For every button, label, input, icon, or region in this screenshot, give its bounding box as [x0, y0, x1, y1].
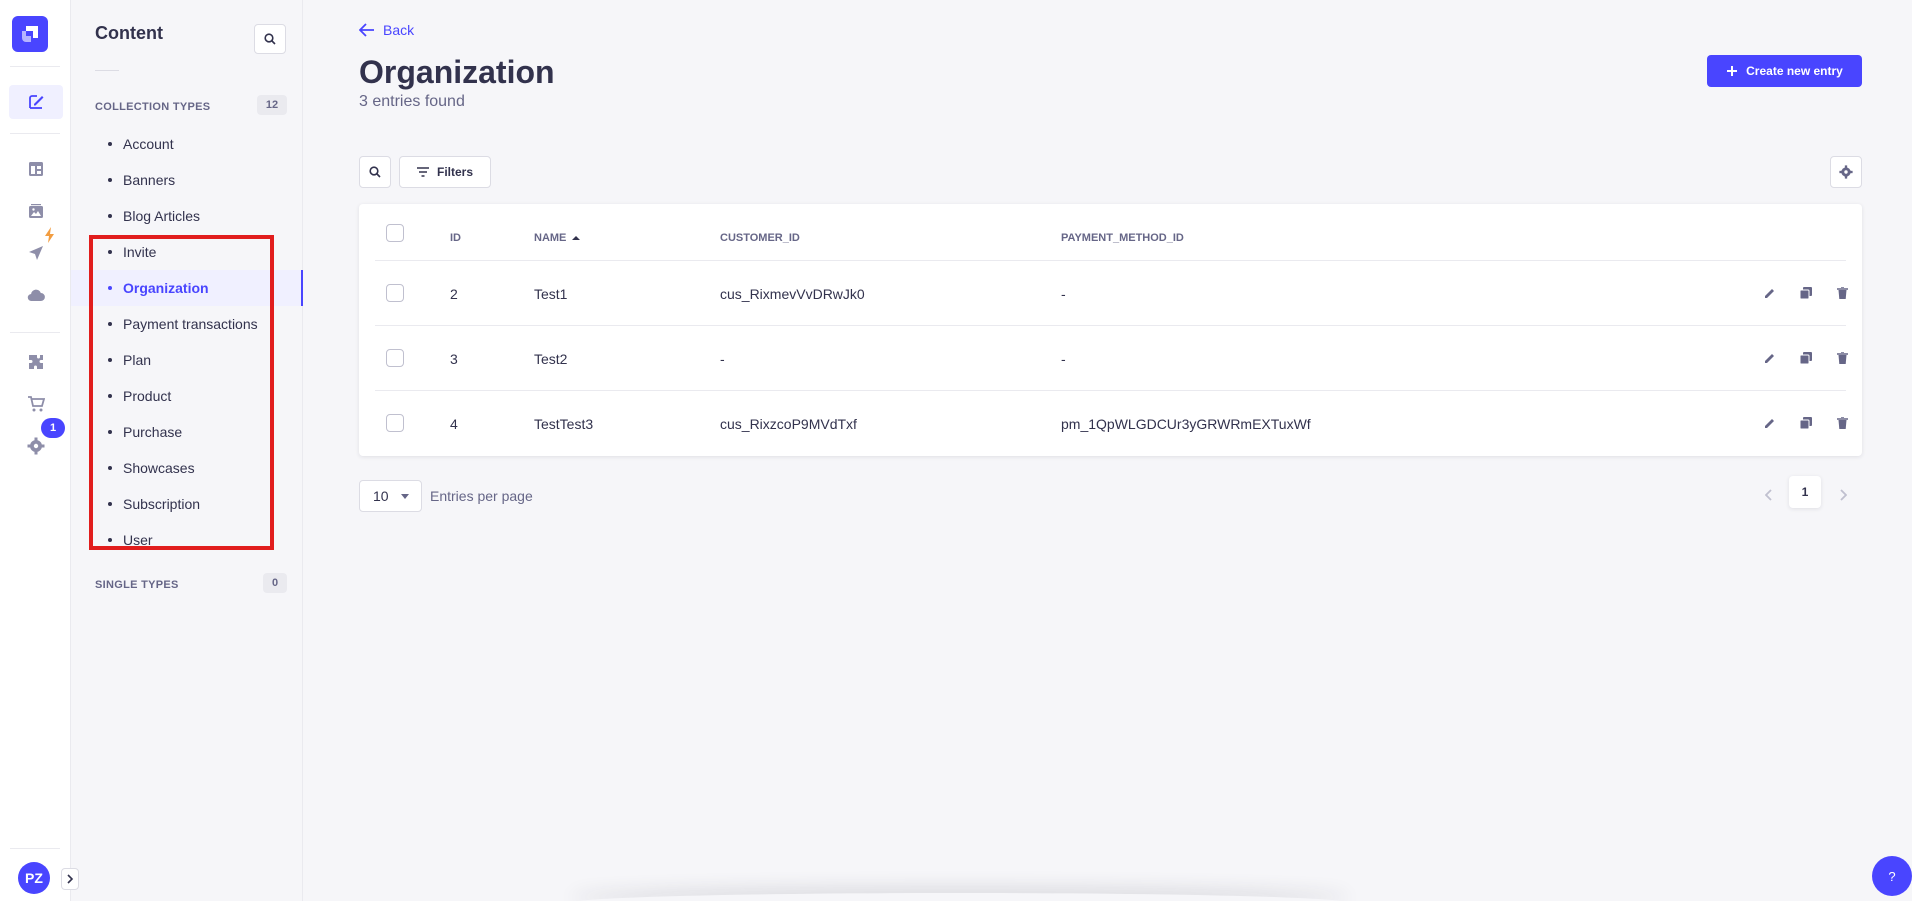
cell-id: 3: [450, 351, 458, 367]
duplicate-icon[interactable]: [1796, 348, 1816, 368]
edit-icon[interactable]: [1760, 283, 1780, 303]
sidebar-item-purchase[interactable]: Purchase: [71, 414, 303, 450]
filters-button[interactable]: Filters: [399, 156, 491, 188]
sidebar-item-account[interactable]: Account: [71, 126, 303, 162]
cell-name: Test2: [534, 351, 568, 367]
table-row[interactable]: 2 Test1 cus_RixmevVvDRwJk0 -: [375, 260, 1848, 325]
filter-icon: [416, 167, 429, 177]
rail-divider: [10, 66, 60, 67]
notification-badge: 1: [41, 418, 65, 438]
column-header-customer-id[interactable]: CUSTOMER_ID: [720, 232, 800, 244]
main-content: Back Organization 3 entries found Create…: [303, 0, 1912, 901]
caret-down-icon: [401, 494, 409, 499]
sidebar-item-product[interactable]: Product: [71, 378, 303, 414]
single-types-count: 0: [263, 573, 287, 593]
help-button[interactable]: ?: [1872, 856, 1912, 896]
search-icon: [369, 166, 381, 178]
rail-divider: [10, 133, 60, 134]
edit-icon[interactable]: [1760, 413, 1780, 433]
cloud-icon[interactable]: [9, 278, 63, 312]
sidebar-search-button[interactable]: [254, 24, 286, 54]
sidebar-item-banners[interactable]: Banners: [71, 162, 303, 198]
collection-types-heading: COLLECTION TYPES: [95, 101, 211, 113]
table-settings-button[interactable]: [1830, 156, 1862, 188]
row-checkbox[interactable]: [386, 414, 404, 432]
column-header-payment-method-id[interactable]: PAYMENT_METHOD_ID: [1061, 232, 1184, 244]
cell-customer-id: cus_RixmevVvDRwJk0: [720, 286, 865, 302]
cell-id: 2: [450, 286, 458, 302]
back-label: Back: [383, 22, 415, 38]
back-link[interactable]: Back: [359, 22, 414, 38]
sidebar-item-plan[interactable]: Plan: [71, 342, 303, 378]
create-label: Create new entry: [1746, 64, 1843, 78]
entries-count: 3 entries found: [359, 93, 465, 110]
chevron-left-icon: [1765, 489, 1772, 501]
chevron-right-icon: [67, 874, 74, 884]
table-row[interactable]: 3 Test2 - -: [375, 325, 1848, 390]
delete-icon[interactable]: [1832, 413, 1852, 433]
cell-payment-method-id: pm_1QpWLGDCUr3yGRWRmEXTuxWf: [1061, 416, 1311, 432]
per-page-label: Entries per page: [430, 488, 533, 504]
cell-name: TestTest3: [534, 416, 594, 432]
delete-icon[interactable]: [1832, 348, 1852, 368]
edit-icon[interactable]: [1760, 348, 1780, 368]
sort-ascending-icon: [572, 236, 581, 240]
cell-customer-id: -: [720, 351, 725, 367]
filters-label: Filters: [436, 165, 473, 179]
arrow-left-icon: [359, 23, 374, 37]
table-row[interactable]: 4 TestTest3 cus_RixzcoP9MVdTxf pm_1QpWLG…: [375, 390, 1848, 455]
plugins-icon[interactable]: [9, 345, 63, 379]
column-header-name[interactable]: NAME: [534, 232, 581, 244]
search-icon: [264, 33, 276, 45]
cell-payment-method-id: -: [1061, 351, 1066, 367]
cell-customer-id: cus_RixzcoP9MVdTxf: [720, 416, 857, 432]
sidebar-item-invite[interactable]: Invite: [71, 234, 303, 270]
lightning-icon: [45, 227, 54, 243]
page-title: Organization: [359, 54, 555, 90]
media-library-icon[interactable]: [9, 194, 63, 228]
expand-nav-button[interactable]: [61, 868, 79, 890]
previous-page-button[interactable]: [1757, 483, 1781, 507]
sidebar-item-user[interactable]: User: [71, 522, 303, 558]
content-type-builder-icon[interactable]: [9, 152, 63, 186]
rail-divider: [10, 332, 60, 333]
main-nav-rail: 1 PZ: [0, 0, 79, 901]
gear-icon: [1839, 165, 1853, 179]
next-page-button[interactable]: [1831, 483, 1855, 507]
chevron-right-icon: [1840, 489, 1847, 501]
sidebar-item-showcases[interactable]: Showcases: [71, 450, 303, 486]
create-new-entry-button[interactable]: Create new entry: [1707, 55, 1862, 87]
delete-icon[interactable]: [1832, 283, 1852, 303]
duplicate-icon[interactable]: [1796, 283, 1816, 303]
sidebar-title: Content: [95, 23, 163, 43]
row-checkbox[interactable]: [386, 284, 404, 302]
cell-payment-method-id: -: [1061, 286, 1066, 302]
collection-types-count: 12: [257, 95, 287, 115]
sidebar-item-organization[interactable]: Organization: [71, 270, 303, 306]
rail-divider: [10, 848, 60, 849]
sidebar-item-subscription[interactable]: Subscription: [71, 486, 303, 522]
plus-icon: [1727, 66, 1738, 76]
per-page-value: 10: [373, 488, 389, 504]
strapi-logo[interactable]: [12, 16, 48, 52]
marketplace-icon[interactable]: [9, 387, 63, 421]
select-all-checkbox[interactable]: [386, 224, 404, 242]
sidebar-item-blog-articles[interactable]: Blog Articles: [71, 198, 303, 234]
content-sidebar: Content COLLECTION TYPES 12 Account Bann…: [71, 0, 303, 901]
column-header-id[interactable]: ID: [450, 232, 461, 244]
cell-id: 4: [450, 416, 458, 432]
logo-icon: [22, 26, 38, 42]
sidebar-divider: [95, 70, 119, 71]
table-search-button[interactable]: [359, 156, 391, 188]
row-checkbox[interactable]: [386, 349, 404, 367]
sidebar-item-payment-transactions[interactable]: Payment transactions: [71, 306, 303, 342]
entries-table: ID NAME CUSTOMER_ID PAYMENT_METHOD_ID 2 …: [359, 204, 1862, 456]
entries-per-page-select[interactable]: 10: [359, 480, 422, 512]
duplicate-icon[interactable]: [1796, 413, 1816, 433]
page-1-button[interactable]: 1: [1789, 476, 1821, 508]
user-avatar[interactable]: PZ: [18, 862, 50, 894]
content-manager-icon[interactable]: [9, 85, 63, 119]
cell-name: Test1: [534, 286, 568, 302]
single-types-heading: SINGLE TYPES: [95, 579, 179, 591]
